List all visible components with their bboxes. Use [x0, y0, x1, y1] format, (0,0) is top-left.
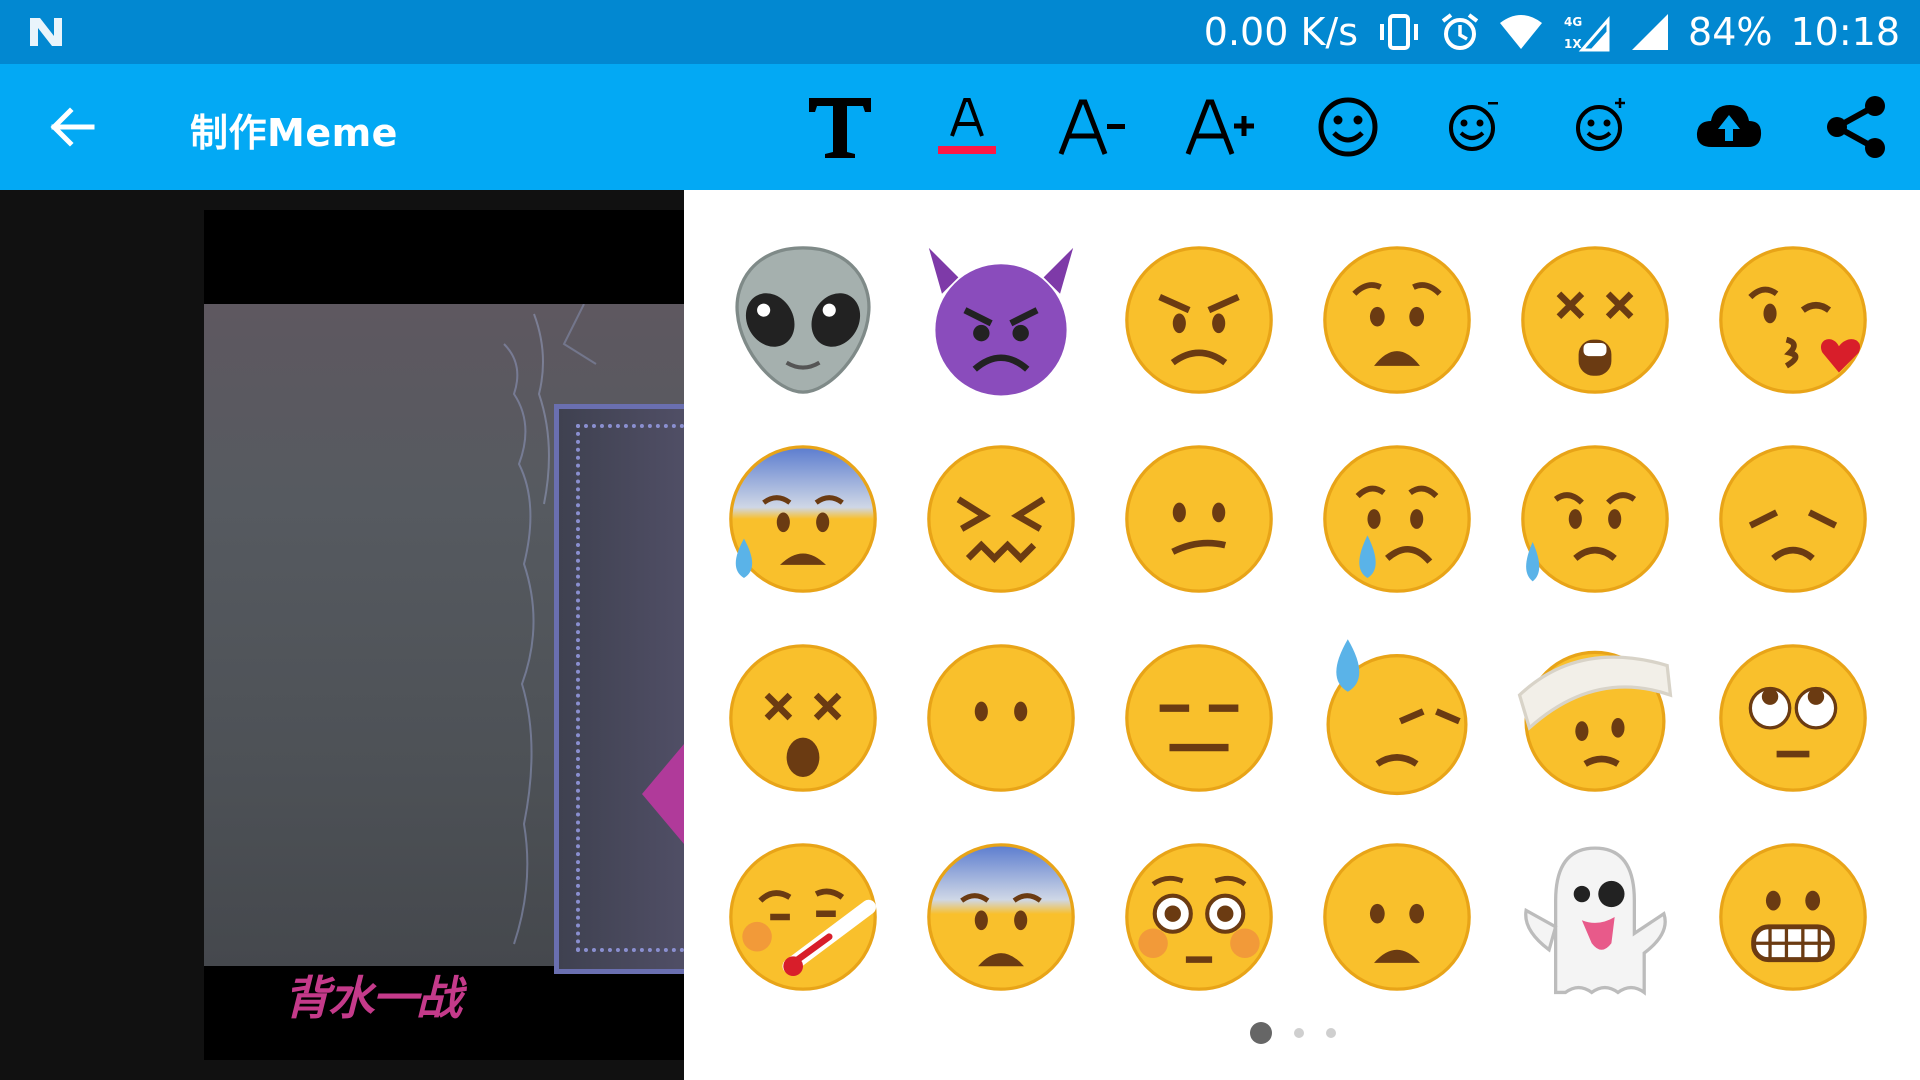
pink-shape: [642, 744, 684, 844]
page-dot-1[interactable]: [1250, 1022, 1272, 1044]
page-indicator: [1250, 1022, 1336, 1044]
signal-icon: [1630, 12, 1670, 52]
emoji-head-bandage[interactable]: [1496, 618, 1694, 817]
wifi-icon: [1498, 13, 1544, 51]
emoji-button[interactable]: [1305, 84, 1391, 170]
emoji-ghost[interactable]: [1496, 817, 1694, 1016]
emoji-no-mouth[interactable]: [902, 618, 1100, 817]
status-bar: 0.00 K/s 4G 1X 84% 10:18: [0, 0, 1920, 64]
meme-canvas[interactable]: 背水一战: [204, 210, 684, 1060]
emoji-shrink-button[interactable]: [1432, 84, 1518, 170]
emoji-sweat[interactable]: [1298, 618, 1496, 817]
network-speed: 0.00 K/s: [1203, 10, 1359, 54]
meme-caption[interactable]: 背水一战: [284, 962, 462, 1028]
text-style-button[interactable]: [797, 84, 883, 170]
n-notification-icon: [30, 18, 62, 46]
emoji-disappointed[interactable]: [1694, 419, 1892, 618]
emoji-anguished[interactable]: [1298, 220, 1496, 419]
meme-photo: [204, 304, 684, 974]
emoji-confounded[interactable]: [902, 419, 1100, 618]
emoji-enlarge-button[interactable]: [1559, 84, 1645, 170]
cloud-upload-icon: [1696, 105, 1762, 147]
emoji-panel: [684, 190, 1920, 1080]
emoji-fearful[interactable]: [902, 817, 1100, 1016]
page-title: 制作Meme: [190, 111, 398, 155]
picture-frame-border: [576, 424, 684, 952]
battery-percent: 84%: [1688, 10, 1773, 54]
emoji-confused[interactable]: [1100, 419, 1298, 618]
back-arrow-icon[interactable]: [46, 101, 98, 153]
emoji-smiling-imp[interactable]: [902, 220, 1100, 419]
decrease-font-icon: [1058, 99, 1125, 155]
emoji-frowning[interactable]: [1298, 817, 1496, 1016]
text-color-icon: [938, 98, 996, 154]
share-icon: [1827, 96, 1885, 158]
share-button[interactable]: [1813, 84, 1899, 170]
emoji-icon: [1318, 97, 1378, 157]
emoji-astonished[interactable]: [1496, 220, 1694, 419]
emoji-kissing-heart[interactable]: [1694, 220, 1892, 419]
text-style-icon: [809, 98, 871, 158]
emoji-plus-icon: [1576, 98, 1625, 151]
app-bar: 制作Meme: [0, 64, 1920, 190]
vibrate-icon: [1376, 13, 1422, 51]
emoji-cold-sweat[interactable]: [704, 419, 902, 618]
svg-text:4G: 4G: [1564, 15, 1582, 29]
emoji-thermometer-face[interactable]: [704, 817, 902, 1016]
page-dot-2[interactable]: [1294, 1028, 1304, 1038]
upload-button[interactable]: [1686, 84, 1772, 170]
page-dot-3[interactable]: [1326, 1028, 1336, 1038]
decrease-font-button[interactable]: [1051, 84, 1137, 170]
emoji-flushed[interactable]: [1100, 817, 1298, 1016]
emoji-angry[interactable]: [1100, 220, 1298, 419]
emoji-disappointed-relieved[interactable]: [1496, 419, 1694, 618]
emoji-grimacing[interactable]: [1694, 817, 1892, 1016]
emoji-cry[interactable]: [1298, 419, 1496, 618]
clock: 10:18: [1790, 10, 1900, 54]
signal-4g-icon: 4G 1X: [1562, 12, 1612, 52]
text-color-button[interactable]: [924, 84, 1010, 170]
increase-font-icon: [1185, 99, 1254, 155]
emoji-rolling-eyes[interactable]: [1694, 618, 1892, 817]
emoji-expressionless[interactable]: [1100, 618, 1298, 817]
emoji-alien[interactable]: [704, 220, 902, 419]
emoji-dizzy-face[interactable]: [704, 618, 902, 817]
emoji-minus-icon: [1449, 102, 1498, 151]
increase-font-button[interactable]: [1178, 84, 1264, 170]
alarm-icon: [1440, 12, 1480, 52]
emoji-grid: [704, 220, 1904, 1016]
svg-text:1X: 1X: [1564, 37, 1582, 51]
